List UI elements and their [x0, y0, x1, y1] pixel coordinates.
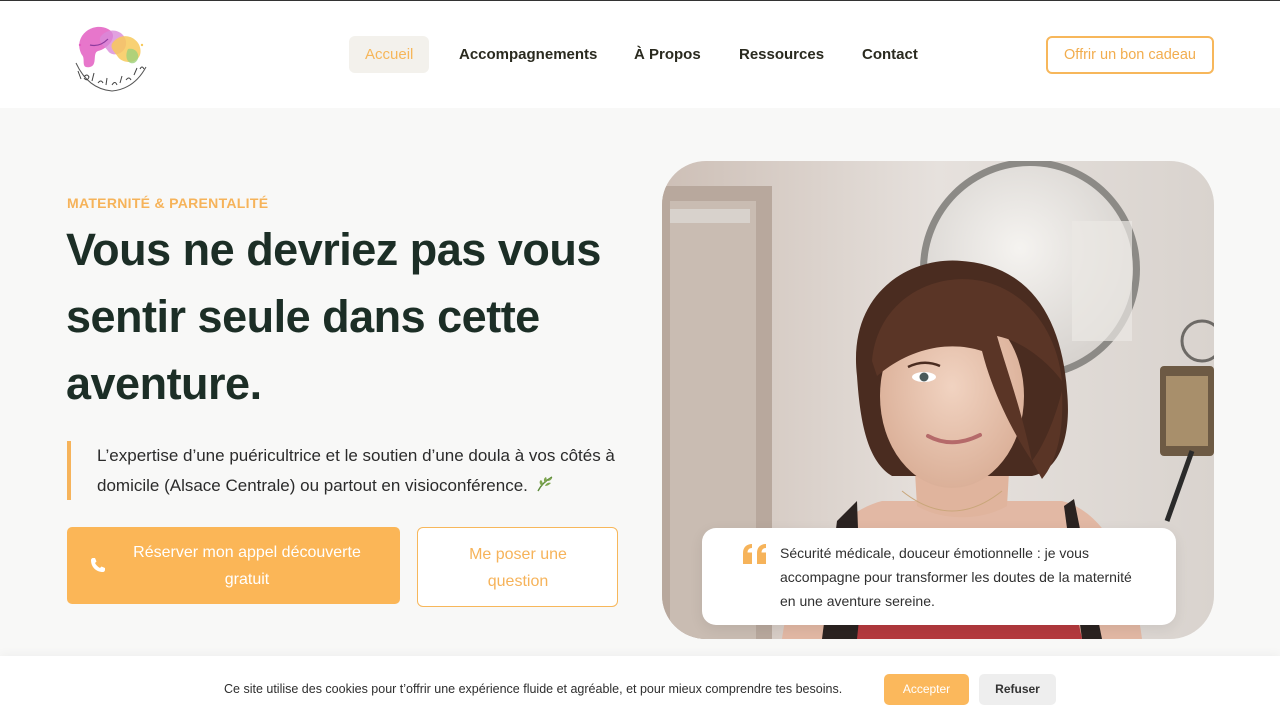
quote-icon: [741, 543, 769, 565]
nav-item-ressources[interactable]: Ressources: [739, 36, 824, 73]
hero-eyebrow: MATERNITÉ & PARENTALITÉ: [67, 195, 269, 211]
site-header: Accueil Accompagnements À Propos Ressour…: [0, 1, 1280, 108]
nav-item-a-propos[interactable]: À Propos: [634, 36, 701, 73]
cookie-message: Ce site utilise des cookies pour t’offri…: [224, 682, 843, 696]
cookie-banner: Ce site utilise des cookies pour t’offri…: [0, 656, 1280, 723]
quote-text: Sécurité médicale, douceur émotionnelle …: [780, 545, 1132, 609]
gift-card-button[interactable]: Offrir un bon cadeau: [1046, 36, 1214, 74]
hero-title: Vous ne devriez pas vous sentir seule da…: [66, 224, 601, 409]
book-call-label: Réserver mon appel découverte gratuit: [133, 544, 361, 588]
nav-item-accueil[interactable]: Accueil: [349, 36, 430, 73]
quote-card: Sécurité médicale, douceur émotionnelle …: [702, 528, 1176, 625]
cookie-accept-button[interactable]: Accepter: [884, 674, 969, 705]
phone-icon: [89, 556, 107, 574]
nav-item-accompagnements[interactable]: Accompagnements: [459, 36, 597, 73]
ask-question-label: Me poser une question: [469, 546, 567, 590]
hero-intro: L’expertise d’une puéricultrice et le so…: [67, 441, 637, 500]
cookie-refuse-button[interactable]: Refuser: [979, 674, 1056, 705]
leaf-icon: [536, 473, 554, 503]
site-logo[interactable]: [68, 15, 152, 97]
ask-question-button[interactable]: Me poser une question: [417, 527, 618, 607]
nav-item-contact[interactable]: Contact: [862, 36, 918, 73]
book-call-button[interactable]: Réserver mon appel découverte gratuit: [67, 527, 400, 604]
